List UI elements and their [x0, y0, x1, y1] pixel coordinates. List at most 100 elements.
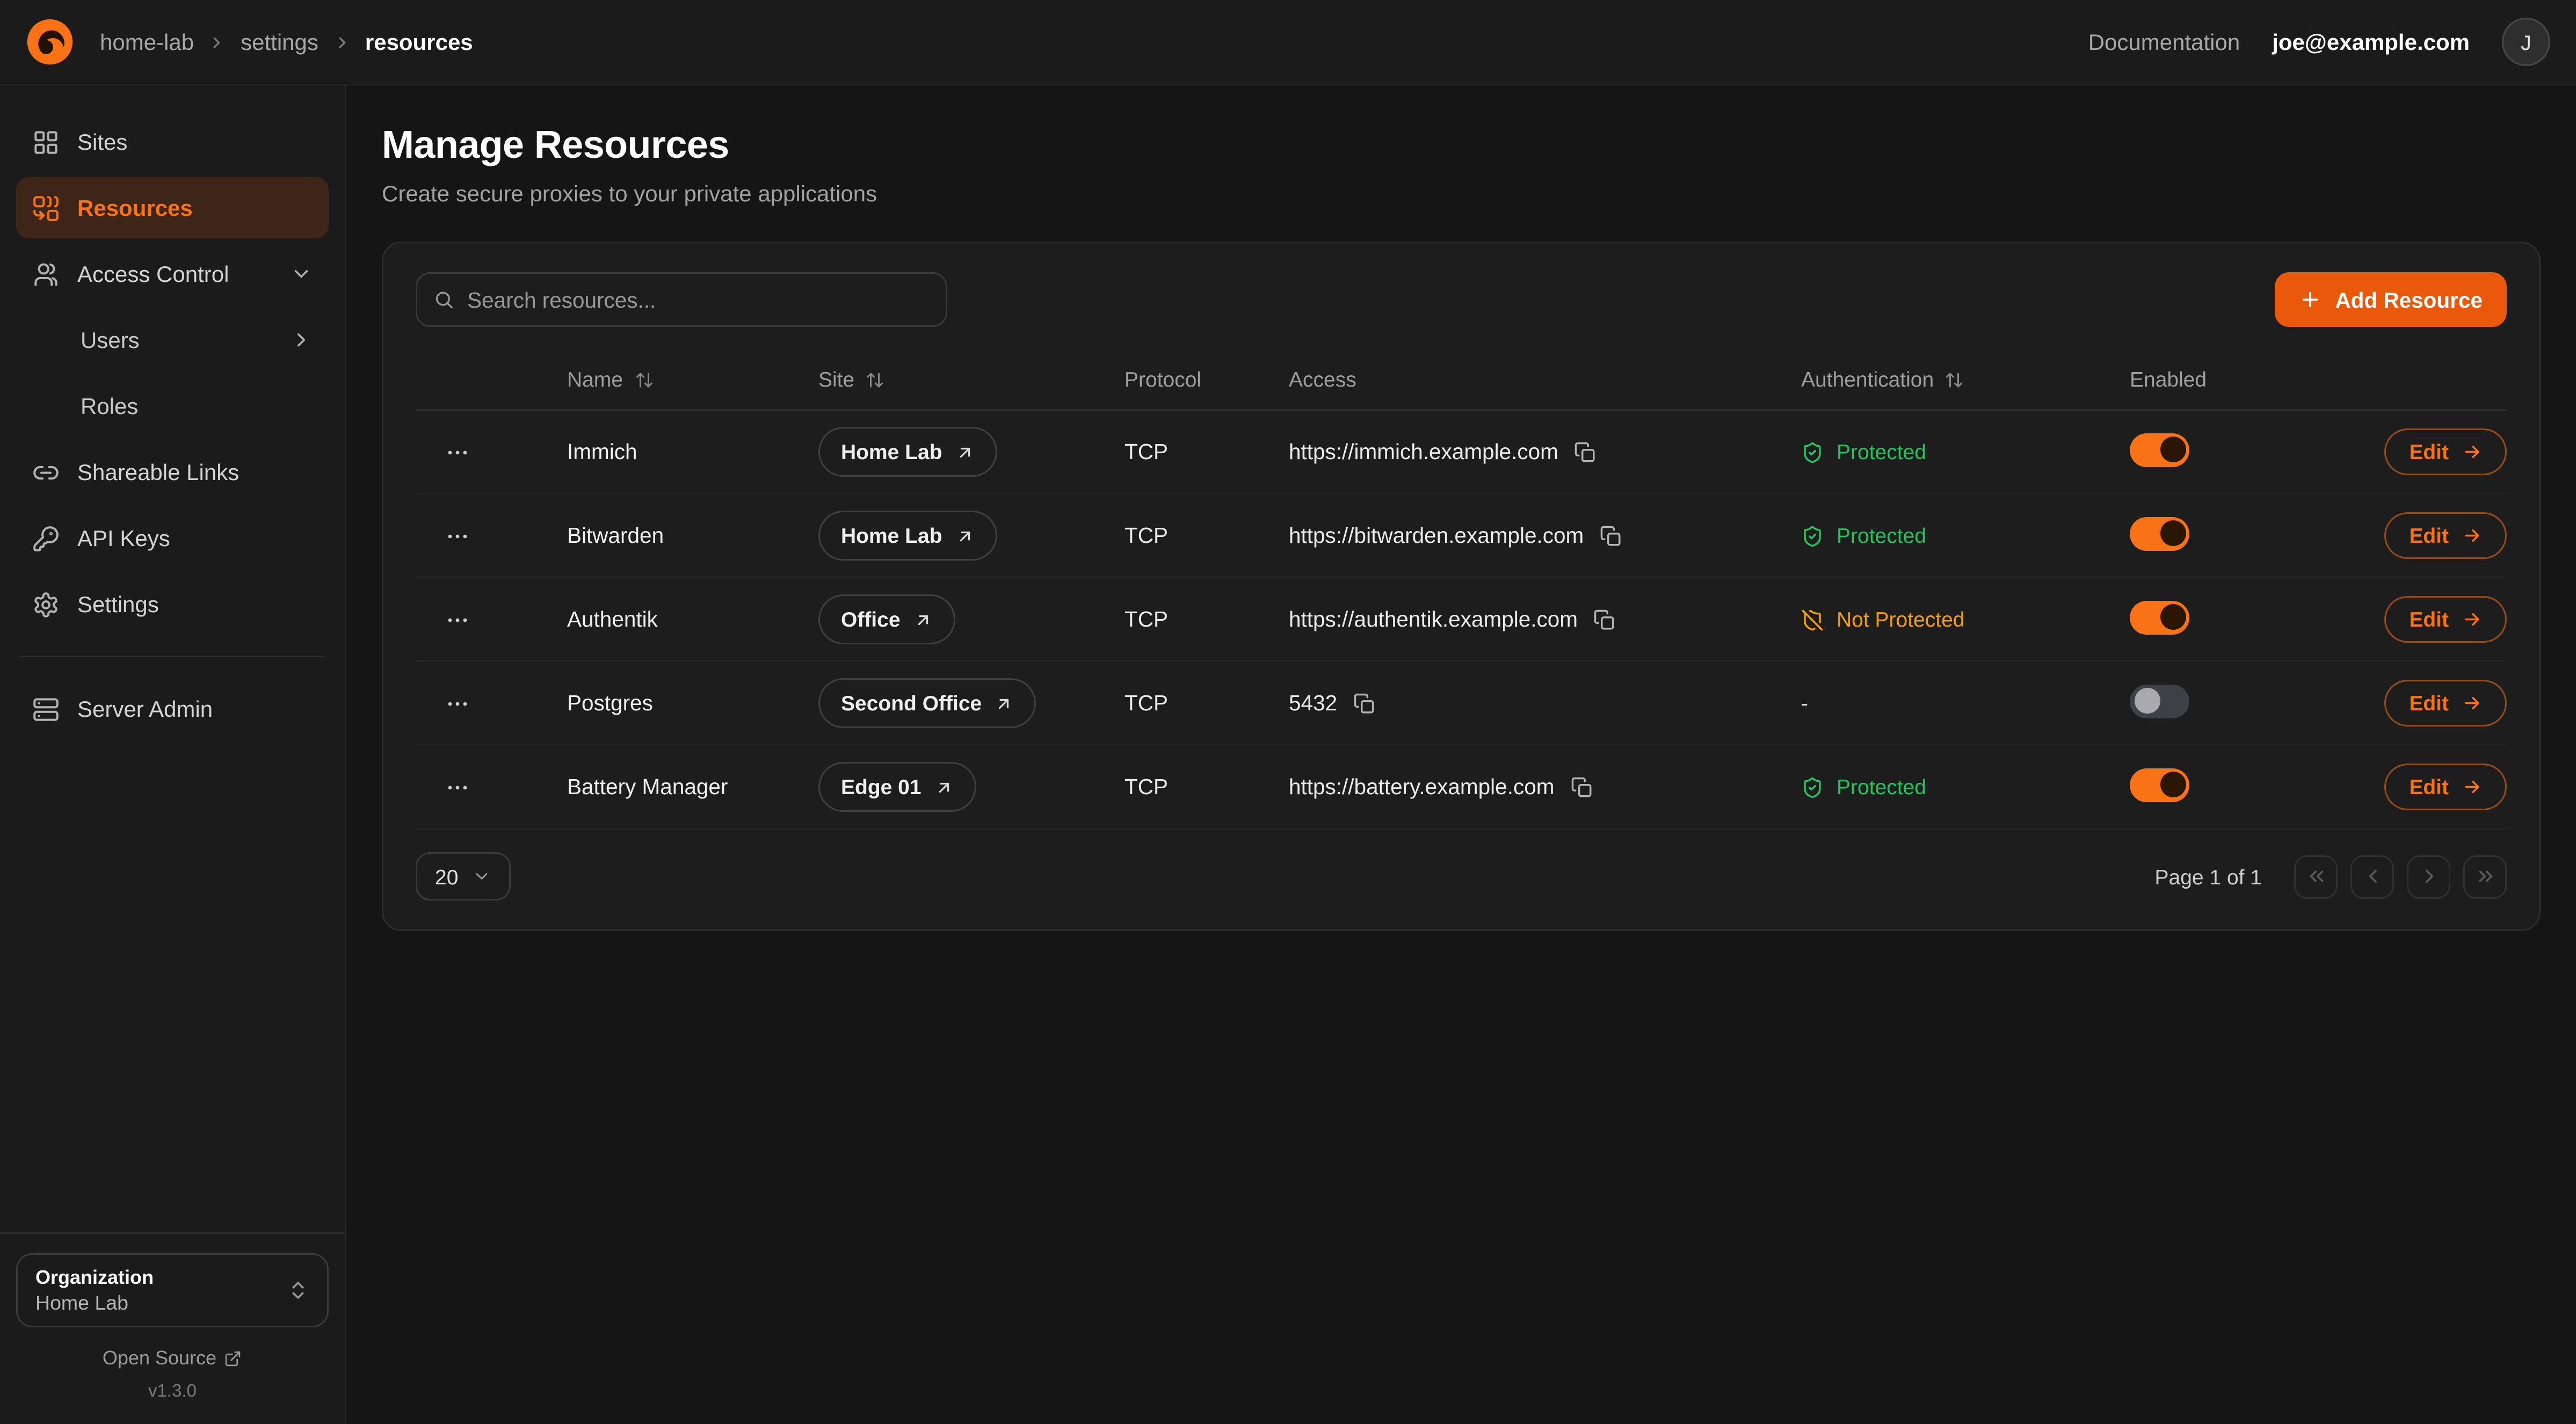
arrow-right-icon — [2462, 693, 2483, 714]
site-link-button[interactable]: Office — [818, 594, 955, 644]
organization-select[interactable]: Organization Home Lab — [16, 1253, 329, 1327]
key-icon — [32, 525, 60, 552]
chevron-right-icon — [290, 329, 313, 351]
arrow-right-icon — [2462, 441, 2483, 462]
page-subtitle: Create secure proxies to your private ap… — [382, 180, 2541, 206]
open-source-label: Open Source — [103, 1347, 216, 1369]
site-link-button[interactable]: Home Lab — [818, 427, 997, 477]
column-header-enabled: Enabled — [2130, 367, 2352, 391]
sidebar-item-server-admin[interactable]: Server Admin — [16, 678, 329, 739]
app-logo-icon[interactable] — [26, 18, 74, 66]
sidebar-item-resources[interactable]: Resources — [16, 177, 329, 238]
avatar[interactable]: J — [2502, 18, 2550, 66]
sort-icon — [866, 370, 885, 389]
enabled-toggle[interactable] — [2130, 684, 2189, 718]
copy-button[interactable] — [1570, 776, 1593, 798]
auth-status: Protected — [1801, 775, 2130, 799]
user-email[interactable]: joe@example.com — [2272, 29, 2470, 55]
breadcrumb-home-lab[interactable]: home-lab — [100, 29, 194, 55]
sidebar-item-sites[interactable]: Sites — [16, 111, 329, 172]
copy-button[interactable] — [1353, 692, 1376, 715]
sidebar-item-label: Settings — [77, 591, 159, 617]
site-link-button[interactable]: Home Lab — [818, 511, 997, 561]
auth-status: Protected — [1801, 524, 2130, 548]
enabled-toggle[interactable] — [2130, 433, 2189, 467]
shield-check-icon — [1801, 525, 1824, 547]
auth-status: Protected — [1801, 440, 2130, 464]
sidebar-item-users[interactable]: Users — [16, 309, 329, 370]
breadcrumb-settings[interactable]: settings — [241, 29, 318, 55]
toggle-knob — [2160, 604, 2186, 630]
copy-button[interactable] — [1574, 441, 1597, 463]
ellipsis-icon — [445, 691, 470, 716]
site-link-button[interactable]: Second Office — [818, 678, 1036, 728]
main-content: Manage Resources Create secure proxies t… — [346, 85, 2576, 1424]
page-size-value: 20 — [435, 864, 458, 889]
sidebar-item-label: API Keys — [77, 525, 170, 551]
organization-value: Home Lab — [35, 1292, 154, 1314]
copy-icon — [1570, 776, 1593, 798]
first-page-button[interactable] — [2294, 855, 2338, 898]
column-header-authentication[interactable]: Authentication — [1801, 367, 2130, 391]
edit-button[interactable]: Edit — [2385, 764, 2507, 810]
sidebar-item-roles[interactable]: Roles — [16, 375, 329, 437]
sidebar-item-access-control[interactable]: Access Control — [16, 243, 329, 304]
copy-button[interactable] — [1594, 608, 1616, 631]
open-source-link[interactable]: Open Source — [16, 1347, 329, 1369]
resource-name: Battery Manager — [567, 775, 818, 799]
copy-button[interactable] — [1600, 525, 1622, 547]
row-menu-button[interactable] — [430, 763, 485, 811]
sidebar-item-label: Users — [81, 327, 140, 353]
topbar: home-lab settings resources Documentatio… — [0, 0, 2576, 85]
site-link-button[interactable]: Edge 01 — [818, 762, 976, 812]
row-menu-button[interactable] — [430, 512, 485, 560]
ellipsis-icon — [445, 523, 470, 549]
previous-page-button[interactable] — [2350, 855, 2394, 898]
next-page-button[interactable] — [2407, 855, 2450, 898]
edit-button[interactable]: Edit — [2385, 512, 2507, 559]
edit-button[interactable]: Edit — [2385, 428, 2507, 475]
access-value: https://authentik.example.com — [1289, 607, 1578, 631]
sidebar-item-settings[interactable]: Settings — [16, 573, 329, 635]
breadcrumb-resources[interactable]: resources — [365, 29, 473, 55]
sidebar-item-api-keys[interactable]: API Keys — [16, 507, 329, 569]
table-row: Postgres Second Office TCP 5432 - Edit — [416, 662, 2507, 746]
edit-button[interactable]: Edit — [2385, 596, 2507, 643]
arrow-right-icon — [2462, 609, 2483, 630]
auth-label: - — [1801, 691, 1808, 715]
add-resource-button[interactable]: Add Resource — [2275, 272, 2507, 327]
column-header-name[interactable]: Name — [567, 367, 818, 391]
page-size-select[interactable]: 20 — [416, 852, 511, 900]
organization-label: Organization — [35, 1266, 154, 1289]
enabled-toggle[interactable] — [2130, 600, 2189, 634]
documentation-link[interactable]: Documentation — [2088, 29, 2240, 55]
row-menu-button[interactable] — [430, 428, 485, 476]
row-menu-button[interactable] — [430, 595, 485, 644]
shield-check-icon — [1801, 776, 1824, 798]
ellipsis-icon — [445, 607, 470, 633]
table-row: Authentik Office TCP https://authentik.e… — [416, 578, 2507, 662]
arrow-up-right-icon — [995, 694, 1014, 713]
last-page-button[interactable] — [2463, 855, 2507, 898]
combine-icon — [32, 194, 60, 222]
chevron-down-icon — [290, 263, 313, 285]
arrow-up-right-icon — [934, 778, 954, 797]
pager-buttons — [2294, 855, 2507, 898]
sidebar-nav: Sites Resources Access Control Users — [0, 85, 345, 739]
search-input[interactable] — [467, 288, 930, 312]
sidebar-divider — [19, 656, 325, 657]
arrow-up-right-icon — [955, 442, 975, 462]
enabled-toggle[interactable] — [2130, 768, 2189, 802]
plus-icon — [2299, 288, 2322, 311]
row-menu-button[interactable] — [430, 679, 485, 728]
chevron-left-icon — [2361, 865, 2384, 888]
column-header-site[interactable]: Site — [818, 367, 1124, 391]
add-resource-label: Add Resource — [2335, 288, 2483, 312]
column-header-protocol: Protocol — [1124, 367, 1289, 391]
sidebar-item-shareable-links[interactable]: Shareable Links — [16, 441, 329, 503]
auth-label: Not Protected — [1837, 607, 1965, 631]
access-value: https://battery.example.com — [1289, 775, 1554, 799]
access-value: https://immich.example.com — [1289, 440, 1558, 464]
enabled-toggle[interactable] — [2130, 517, 2189, 550]
edit-button[interactable]: Edit — [2385, 680, 2507, 726]
